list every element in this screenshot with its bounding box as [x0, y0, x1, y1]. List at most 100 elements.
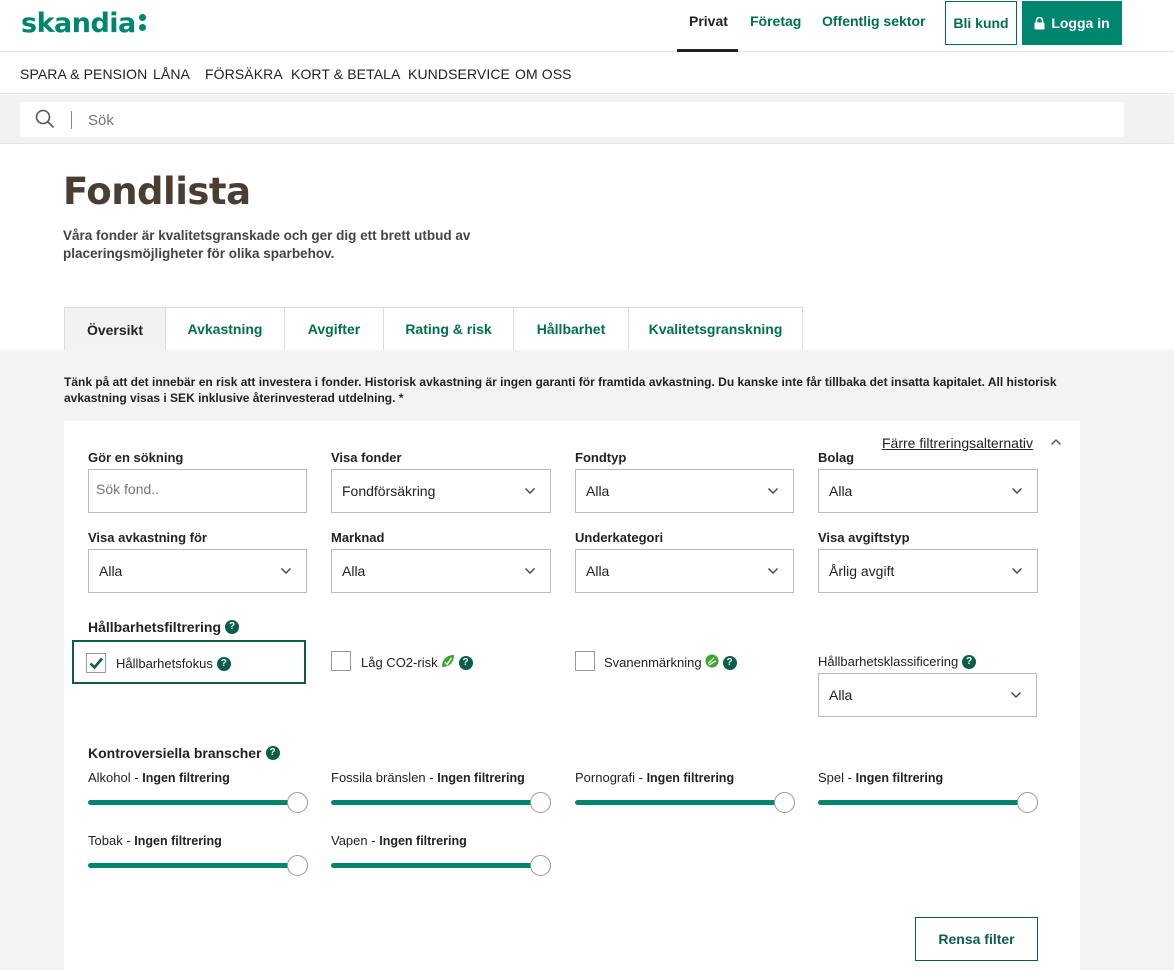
lock-icon	[1034, 16, 1045, 29]
slider-track-spel	[818, 800, 1028, 805]
slider-status: Ingen filtrering	[142, 771, 230, 785]
lag-co2-label: Låg CO2-risk?	[361, 654, 473, 671]
marknad-label: Marknad	[331, 530, 385, 545]
search-fund-field	[88, 469, 307, 513]
help-icon[interactable]: ?	[722, 655, 737, 670]
visa-fonder-select[interactable]: Fondförsäkring	[331, 469, 551, 513]
slider-status: Ingen filtrering	[437, 771, 525, 785]
fondtyp-select[interactable]: Alla	[575, 469, 794, 513]
hallbarhetsfokus-label: Hållbarhetsfokus?	[116, 656, 231, 672]
mainnav-kundservice[interactable]: KUNDSERVICE	[408, 66, 510, 82]
mainnav-lana[interactable]: LÅNA	[153, 66, 190, 82]
marknad-select[interactable]: Alla	[331, 549, 551, 593]
help-icon[interactable]: ?	[962, 654, 977, 669]
avgiftstyp-select[interactable]: Årlig avgift	[818, 549, 1038, 593]
sustainability-heading: Hållbarhetsfiltrering?	[88, 619, 240, 635]
topnav-offentlig-sektor[interactable]: Offentlig sektor	[822, 13, 925, 29]
fewer-filters-link[interactable]: Färre filtreringsalternativ	[882, 435, 1033, 451]
slider-thumb-tobak[interactable]	[287, 855, 308, 876]
slider-label-tobak: Tobak - Ingen filtrering	[88, 833, 222, 848]
help-icon[interactable]: ?	[216, 656, 231, 671]
slider-status: Ingen filtrering	[134, 834, 222, 848]
help-icon[interactable]: ?	[225, 620, 240, 635]
filter-panel: Färre filtreringsalternativ Gör en sökni…	[64, 421, 1080, 970]
page-title: Fondlista	[63, 170, 251, 213]
site-search-bar	[0, 95, 1174, 144]
tab-avkastning[interactable]: Avkastning	[166, 307, 285, 351]
logo-text: skandia	[21, 8, 136, 39]
topnav-foretag[interactable]: Företag	[750, 13, 801, 29]
lag-co2-checkbox[interactable]	[331, 651, 351, 671]
main-nav: SPARA & PENSION LÅNA FÖRSÄKRA KORT & BET…	[0, 53, 1174, 94]
visa-fonder-value: Fondförsäkring	[342, 483, 436, 499]
slider-track-vapen	[331, 863, 541, 868]
slider-label-spel: Spel - Ingen filtrering	[818, 770, 943, 785]
leaf-icon	[441, 655, 454, 667]
topnav-privat[interactable]: Privat	[689, 13, 728, 29]
slider-name: Alkohol	[88, 770, 131, 785]
chevron-down-icon	[525, 568, 535, 574]
search-fund-input[interactable]	[96, 481, 296, 497]
skandia-logo[interactable]: skandia	[21, 8, 147, 39]
avgiftstyp-label: Visa avgiftstyp	[818, 530, 910, 545]
logga-in-button[interactable]: Logga in	[1022, 1, 1122, 45]
logo-colon-icon	[138, 11, 147, 34]
swan-label-icon	[705, 654, 719, 668]
slider-dash: -	[134, 770, 139, 785]
slider-thumb-spel[interactable]	[1017, 792, 1038, 813]
hallbarhetsfokus-text: Hållbarhetsfokus	[116, 656, 213, 671]
slider-thumb-fossila[interactable]	[530, 792, 551, 813]
tab-rating-risk[interactable]: Rating & risk	[384, 307, 514, 351]
bolag-label: Bolag	[818, 450, 855, 465]
logga-in-label: Logga in	[1051, 15, 1110, 31]
checkmark-icon	[89, 657, 103, 670]
slider-label-fossila: Fossila bränslen - Ingen filtrering	[331, 770, 525, 785]
tab-kvalitetsgranskning[interactable]: Kvalitetsgranskning	[629, 307, 803, 351]
slider-status: Ingen filtrering	[379, 834, 467, 848]
search-fund-label: Gör en sökning	[88, 450, 184, 465]
mainnav-forsakra[interactable]: FÖRSÄKRA	[205, 66, 283, 82]
controversial-heading: Kontroversiella branscher?	[88, 745, 280, 761]
slider-name: Fossila bränslen	[331, 770, 426, 785]
svanen-label: Svanenmärkning?	[604, 654, 737, 671]
slider-dash: -	[638, 770, 643, 785]
chevron-down-icon	[1012, 568, 1022, 574]
slider-name: Tobak	[88, 833, 123, 848]
clear-filter-button[interactable]: Rensa filter	[915, 917, 1038, 961]
help-icon[interactable]: ?	[265, 746, 280, 761]
slider-thumb-alkohol[interactable]	[287, 792, 308, 813]
search-icon[interactable]	[35, 109, 55, 129]
page-intro: Våra fonder är kvalitetsgranskade och ge…	[63, 228, 471, 261]
slider-thumb-pornografi[interactable]	[774, 792, 795, 813]
chevron-up-icon[interactable]	[1050, 438, 1062, 446]
tab-oversikt[interactable]: Översikt	[64, 307, 166, 351]
tab-hallbarhet[interactable]: Hållbarhet	[514, 307, 629, 351]
underkategori-select[interactable]: Alla	[575, 549, 794, 593]
visa-avkastning-value: Alla	[99, 563, 123, 579]
mainnav-kort-betala[interactable]: KORT & BETALA	[291, 66, 400, 82]
mainnav-spara-pension[interactable]: SPARA & PENSION	[20, 66, 147, 82]
slider-name: Vapen	[331, 833, 368, 848]
slider-status: Ingen filtrering	[855, 771, 944, 785]
site-search-input[interactable]	[88, 108, 688, 132]
mainnav-om-oss[interactable]: OM OSS	[515, 66, 572, 82]
bli-kund-button[interactable]: Bli kund	[945, 1, 1017, 45]
help-icon[interactable]: ?	[458, 655, 473, 670]
fondtyp-label: Fondtyp	[575, 450, 627, 465]
slider-dash: -	[429, 770, 434, 785]
slider-dash: -	[847, 770, 852, 785]
risk-disclaimer: Tänk på att det innebär en risk att inve…	[64, 375, 1057, 405]
slider-thumb-vapen[interactable]	[530, 855, 551, 876]
chevron-down-icon	[768, 488, 778, 494]
search-divider	[71, 111, 72, 129]
svanen-checkbox[interactable]	[575, 651, 595, 671]
underkategori-label: Underkategori	[575, 530, 664, 545]
hallbarhetsfokus-checkbox[interactable]	[86, 653, 106, 673]
tab-avgifter[interactable]: Avgifter	[285, 307, 384, 351]
klassificering-select[interactable]: Alla	[818, 673, 1037, 717]
lag-co2-text: Låg CO2-risk	[361, 655, 438, 670]
visa-avkastning-select[interactable]: Alla	[88, 549, 307, 593]
slider-track-alkohol	[88, 800, 298, 805]
chevron-down-icon	[525, 488, 535, 494]
bolag-select[interactable]: Alla	[818, 469, 1038, 513]
